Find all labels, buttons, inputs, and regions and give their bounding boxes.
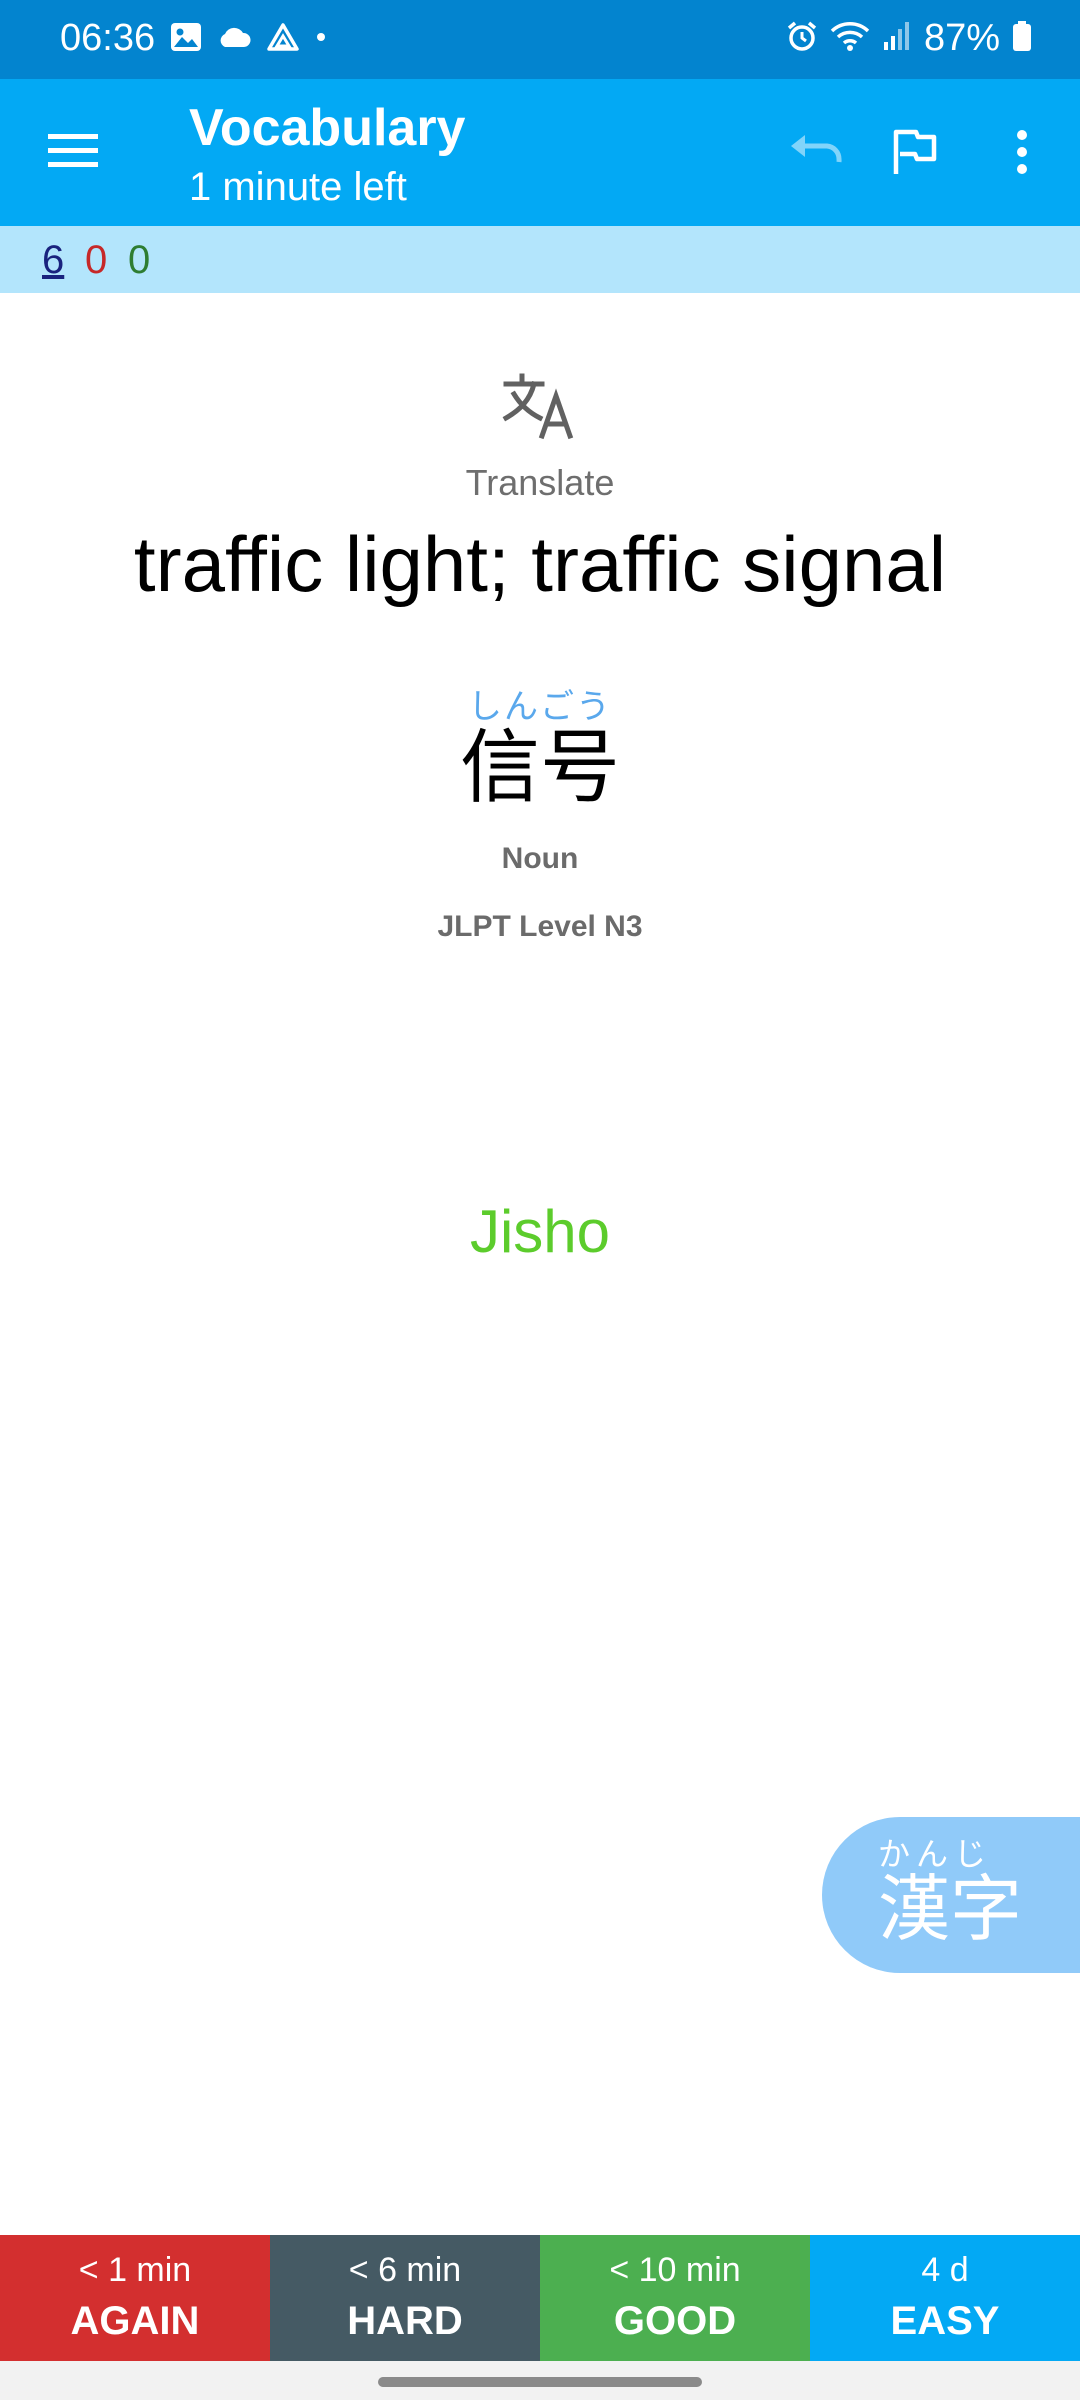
again-button[interactable]: < 1 min AGAIN bbox=[0, 2235, 270, 2361]
gallery-icon bbox=[170, 22, 202, 57]
more-options-button[interactable] bbox=[1000, 123, 1044, 185]
learning-count: 0 bbox=[85, 238, 108, 282]
answer-buttons: < 1 min AGAIN < 6 min HARD < 10 min GOOD… bbox=[0, 2235, 1080, 2361]
battery-percent: 87% bbox=[923, 17, 1000, 59]
hard-label: HARD bbox=[347, 2299, 463, 2343]
meaning-text: traffic light; traffic signal bbox=[133, 520, 947, 608]
navigation-bar bbox=[0, 2361, 1080, 2400]
wifi-icon bbox=[830, 20, 870, 57]
alarm-icon bbox=[786, 20, 818, 57]
good-interval: < 10 min bbox=[609, 2251, 741, 2289]
deck-title: Vocabulary bbox=[189, 99, 466, 157]
dot-icon bbox=[314, 30, 328, 49]
translate-icon bbox=[500, 370, 580, 442]
battery-icon bbox=[1012, 20, 1032, 57]
status-time: 06:36 bbox=[60, 17, 156, 59]
good-button[interactable]: < 10 min GOOD bbox=[540, 2235, 810, 2361]
system-icons: 87% bbox=[786, 14, 1032, 62]
flag-icon bbox=[892, 128, 938, 181]
kanji-button-label: 漢字 bbox=[878, 1870, 1023, 1950]
hard-interval: < 6 min bbox=[348, 2251, 462, 2289]
new-count: 6 bbox=[42, 238, 65, 282]
again-interval: < 1 min bbox=[78, 2251, 192, 2289]
easy-interval: 4 d bbox=[921, 2251, 969, 2289]
time-left: 1 minute left bbox=[189, 165, 407, 209]
drive-icon bbox=[266, 22, 300, 57]
hard-button[interactable]: < 6 min HARD bbox=[270, 2235, 540, 2361]
status-bar: 06:36 87% bbox=[0, 0, 1080, 79]
easy-button[interactable]: 4 d EASY bbox=[810, 2235, 1080, 2361]
prompt-label: Translate bbox=[465, 462, 615, 503]
app-bar: Vocabulary 1 minute left bbox=[0, 79, 1080, 226]
cloud-icon bbox=[216, 25, 252, 54]
more-vert-icon bbox=[1016, 129, 1028, 180]
vocabulary-word: 信号 bbox=[460, 723, 620, 812]
notification-icons bbox=[170, 20, 328, 58]
menu-icon bbox=[48, 132, 98, 175]
undo-button[interactable] bbox=[780, 123, 850, 185]
again-label: AGAIN bbox=[70, 2299, 200, 2343]
jlpt-level: JLPT Level N3 bbox=[437, 910, 643, 943]
home-gesture-handle[interactable] bbox=[378, 2377, 702, 2387]
review-count: 0 bbox=[128, 238, 151, 282]
menu-button[interactable] bbox=[38, 122, 108, 184]
good-label: GOOD bbox=[613, 2299, 737, 2343]
easy-label: EASY bbox=[890, 2299, 1000, 2343]
kanji-button[interactable]: かんじ 漢字 bbox=[822, 1817, 1080, 1973]
card-counts-bar: 6 0 0 bbox=[0, 226, 1080, 293]
part-of-speech: Noun bbox=[501, 842, 579, 875]
undo-icon bbox=[787, 132, 843, 177]
jisho-link[interactable]: Jisho bbox=[440, 1196, 640, 1268]
signal-icon bbox=[882, 20, 912, 57]
flag-button[interactable] bbox=[880, 123, 950, 185]
